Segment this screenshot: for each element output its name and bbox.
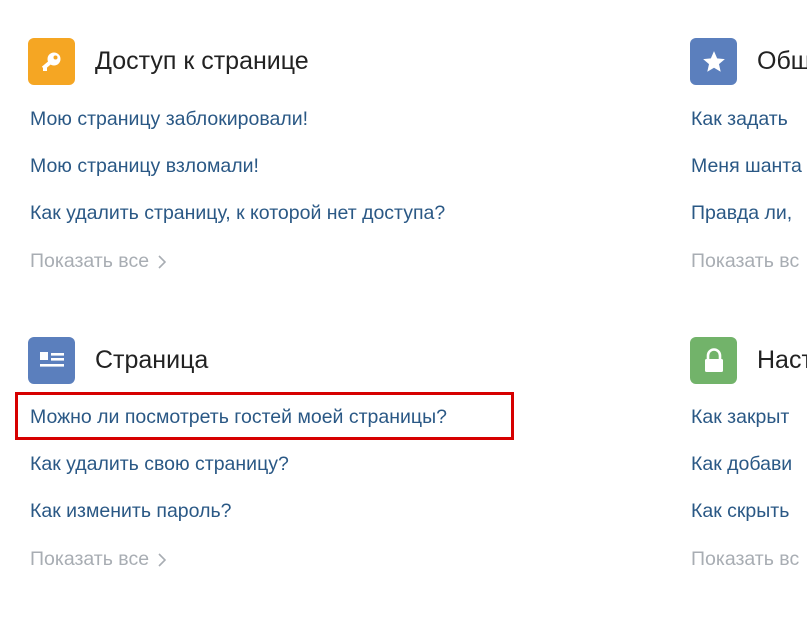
link-page-change-password[interactable]: Как изменить пароль?: [30, 500, 231, 523]
page-icon: [28, 337, 75, 384]
link-access-blocked[interactable]: Мою страницу заблокировали!: [30, 108, 308, 131]
lock-icon: [690, 337, 737, 384]
show-all-settings[interactable]: Показать вс: [691, 548, 799, 571]
show-all-label: Показать все: [30, 250, 150, 272]
link-settings-1[interactable]: Как закрыт: [691, 406, 789, 429]
section-general-header: Общ: [690, 38, 807, 85]
show-all-label: Показать все: [30, 548, 150, 570]
section-access-header: Доступ к странице: [28, 38, 309, 85]
section-page-title: Страница: [95, 346, 209, 374]
show-all-page[interactable]: Показать все: [30, 548, 167, 573]
show-all-access[interactable]: Показать все: [30, 250, 167, 275]
section-settings-title: Наст: [757, 346, 807, 374]
link-page-delete[interactable]: Как удалить свою страницу?: [30, 453, 289, 476]
link-page-guests[interactable]: Можно ли посмотреть гостей моей страницы…: [30, 406, 447, 429]
chevron-right-icon: [158, 550, 167, 573]
show-all-general[interactable]: Показать вс: [691, 250, 799, 273]
link-settings-3[interactable]: Как скрыть: [691, 500, 789, 523]
section-general-title: Общ: [757, 47, 807, 75]
link-general-2[interactable]: Меня шанта: [691, 155, 802, 178]
section-settings-header: Наст: [690, 337, 807, 384]
link-general-3[interactable]: Правда ли,: [691, 202, 792, 225]
link-access-hacked[interactable]: Мою страницу взломали!: [30, 155, 259, 178]
link-settings-2[interactable]: Как добави: [691, 453, 792, 476]
link-access-delete-no-access[interactable]: Как удалить страницу, к которой нет дост…: [30, 202, 445, 225]
star-icon: [690, 38, 737, 85]
section-access-title: Доступ к странице: [95, 47, 309, 75]
key-icon: [28, 38, 75, 85]
chevron-right-icon: [158, 252, 167, 275]
section-page-header: Страница: [28, 337, 208, 384]
link-general-1[interactable]: Как задать: [691, 108, 788, 131]
